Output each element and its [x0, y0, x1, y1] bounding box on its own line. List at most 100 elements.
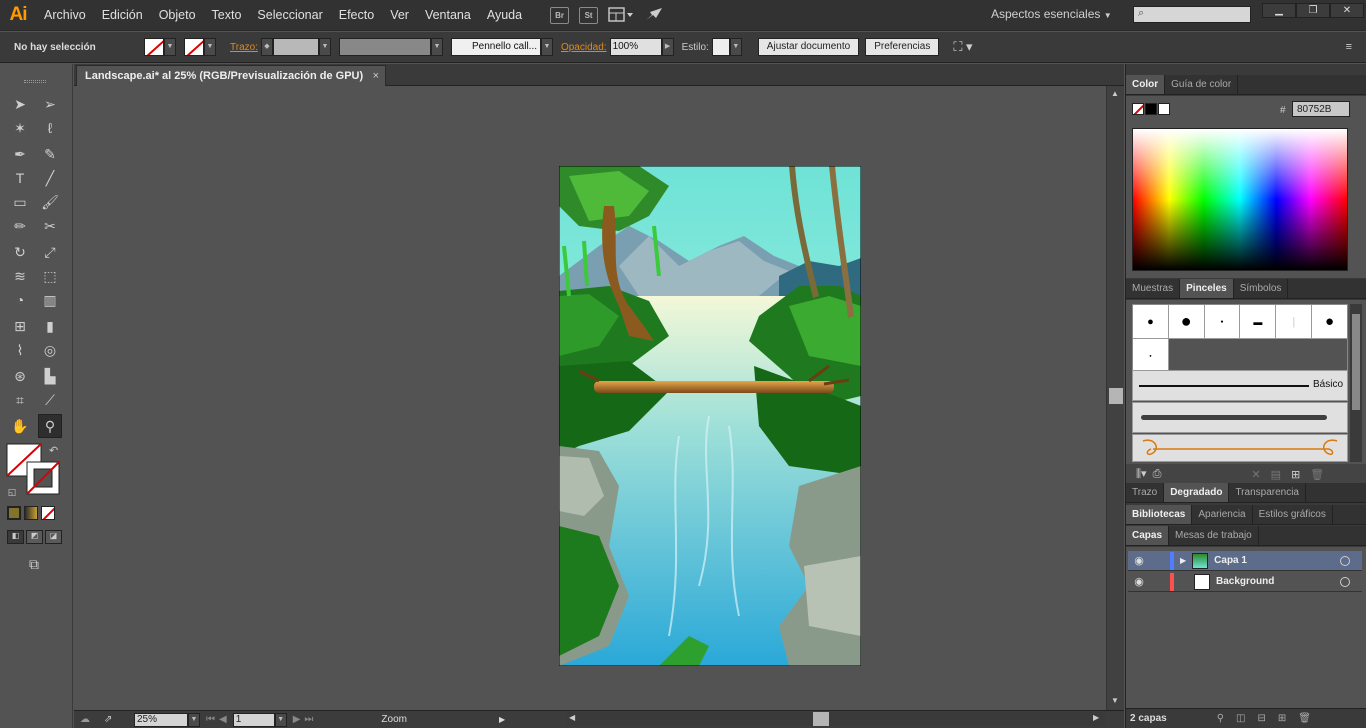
warp-tool-icon[interactable]: ≋ [10, 266, 30, 286]
delete-layer-icon[interactable]: 🗑 [1298, 713, 1311, 724]
new-brush-icon[interactable]: ⊞ [1291, 468, 1300, 481]
opacity-label[interactable]: Opacidad: [561, 42, 607, 53]
artboard-dropdown[interactable]: ▼ [274, 712, 287, 727]
tab-color-guide[interactable]: Guía de color [1165, 75, 1239, 94]
remove-brush-stroke-icon[interactable]: ✕ [1251, 468, 1260, 481]
restore-button[interactable]: ❐ [1296, 3, 1330, 18]
lasso-tool-icon[interactable]: ℓ [40, 118, 60, 138]
variable-width-field[interactable] [338, 38, 431, 56]
last-artboard-icon[interactable]: ⏭ [304, 714, 313, 725]
gradient-mode-icon[interactable] [24, 506, 38, 520]
mesh-tool-icon[interactable]: ⊞ [10, 316, 30, 336]
direct-selection-tool-icon[interactable]: ➢ [40, 94, 60, 114]
tab-stroke[interactable]: Trazo [1126, 483, 1165, 502]
stroke-swatch[interactable] [184, 38, 204, 56]
scroll-right-icon[interactable]: ▶ [1093, 713, 1099, 722]
fill-dropdown[interactable]: ▼ [164, 38, 176, 56]
type-tool-icon[interactable]: T [10, 168, 30, 188]
scroll-left-icon[interactable]: ◀ [569, 713, 575, 722]
adjust-document-button[interactable]: Ajustar documento [757, 38, 860, 56]
brush-faint[interactable]: | [1276, 305, 1312, 338]
tab-transparency[interactable]: Transparencia [1229, 483, 1306, 502]
pen-tool-icon[interactable]: ✒ [10, 144, 30, 164]
gradient-tool-icon[interactable]: ▮ [40, 316, 60, 336]
scissors-tool-icon[interactable]: ✂ [40, 216, 60, 236]
artboard-number-field[interactable]: 1 [232, 712, 275, 727]
menu-texto[interactable]: Texto [204, 8, 250, 22]
menu-edicion[interactable]: Edición [94, 8, 151, 22]
opacity-field[interactable]: 100% [609, 38, 662, 56]
stroke-weight-dropdown[interactable]: ▼ [318, 38, 331, 56]
vertical-scroll-thumb[interactable] [1109, 388, 1123, 404]
document-tab[interactable]: Landscape.ai* al 25% (RGB/Previsualizaci… [76, 65, 386, 86]
delete-brush-icon[interactable]: 🗑 [1310, 468, 1324, 481]
scroll-down-icon[interactable]: ▼ [1111, 696, 1119, 705]
layer-row-background[interactable]: ◉ Background [1128, 572, 1362, 592]
previous-artboard-icon[interactable]: ◀ [219, 714, 227, 725]
column-graph-tool-icon[interactable]: ▙ [40, 366, 60, 386]
layer-target-icon[interactable] [1340, 555, 1350, 566]
horizontal-scrollbar[interactable]: ◀ ▶ [567, 712, 1105, 726]
brush-dot-large[interactable]: ● [1168, 305, 1204, 338]
menu-ayuda[interactable]: Ayuda [479, 8, 530, 22]
workspace-switcher[interactable]: Aspectos esenciales ▼ [991, 7, 1112, 21]
zoom-dropdown[interactable]: ▼ [188, 712, 200, 727]
quick-actions-icon[interactable]: ⛶ ▾ [953, 39, 972, 55]
brush-definition-field[interactable]: Pennello call... [450, 38, 541, 56]
blend-tool-icon[interactable]: ◎ [40, 340, 60, 360]
default-colors-icon[interactable]: ◱ [2, 482, 22, 502]
screen-mode-icon[interactable]: ⧉ [24, 554, 44, 574]
color-spectrum[interactable] [1132, 128, 1348, 271]
stock-icon[interactable]: St [579, 6, 599, 24]
paintbrush-tool-icon[interactable]: 🖌 [40, 192, 60, 212]
visibility-eye-icon[interactable]: ◉ [1128, 575, 1150, 588]
style-dropdown[interactable]: ▼ [729, 38, 742, 56]
panel-menu-icon[interactable]: ≡ [1346, 41, 1352, 53]
brush-dash[interactable]: ▬ [1240, 305, 1276, 338]
white-swatch[interactable] [1158, 103, 1170, 115]
draw-inside-icon[interactable]: ◪ [45, 530, 62, 544]
tab-artboards[interactable]: Mesas de trabajo [1169, 526, 1259, 545]
brush-chalk[interactable] [1132, 402, 1348, 433]
artboard-landscape[interactable] [559, 166, 861, 666]
none-swatch[interactable] [1132, 103, 1144, 115]
brush-library-panel-icon[interactable]: ⎙ [1153, 468, 1162, 481]
preferences-button[interactable]: Preferencias [865, 38, 940, 56]
toolbar-grip[interactable] [24, 80, 46, 83]
hand-tool-icon[interactable]: ✋ [10, 416, 30, 436]
locate-object-icon[interactable]: ⚲ [1217, 713, 1224, 724]
none-mode-icon[interactable] [41, 506, 55, 520]
brush-dropdown[interactable]: ▼ [540, 38, 553, 56]
brush-dot-minute[interactable]: ● [1133, 339, 1168, 372]
menu-efecto[interactable]: Efecto [331, 8, 382, 22]
brush-options-icon[interactable]: ▤ [1271, 468, 1281, 481]
brush-dot-medium[interactable]: ● [1312, 305, 1347, 338]
close-tab-icon[interactable]: × [373, 70, 379, 82]
menu-seleccionar[interactable]: Seleccionar [249, 8, 330, 22]
first-artboard-icon[interactable]: ⏮ [206, 714, 215, 725]
hex-field[interactable]: 80752B [1292, 101, 1350, 117]
tab-symbols[interactable]: Símbolos [1234, 279, 1289, 298]
draw-behind-icon[interactable]: ◩ [26, 530, 43, 544]
brush-basic[interactable]: Básico [1132, 370, 1348, 401]
stroke-weight-field[interactable] [272, 38, 319, 56]
expand-triangle-icon[interactable]: ▶ [1180, 556, 1186, 565]
tab-gradient[interactable]: Degradado [1164, 483, 1230, 502]
symbol-sprayer-tool-icon[interactable]: ⊛ [10, 366, 30, 386]
search-field[interactable]: ⌕ [1133, 6, 1251, 23]
free-transform-tool-icon[interactable]: ⬚ [40, 266, 60, 286]
tab-swatches[interactable]: Muestras [1126, 279, 1181, 298]
tab-color[interactable]: Color [1126, 75, 1166, 94]
menu-archivo[interactable]: Archivo [36, 8, 94, 22]
menu-objeto[interactable]: Objeto [151, 8, 204, 22]
share-icon[interactable]: ⇗ [104, 714, 124, 725]
clipping-mask-icon[interactable]: ◫ [1236, 713, 1245, 724]
scroll-up-icon[interactable]: ▲ [1111, 89, 1119, 98]
perspective-grid-tool-icon[interactable]: ▥ [40, 290, 60, 310]
tab-brushes[interactable]: Pinceles [1180, 279, 1234, 298]
brush-dot-small[interactable]: ● [1133, 305, 1168, 338]
new-layer-icon[interactable]: ⊞ [1278, 713, 1286, 724]
style-swatch[interactable] [711, 38, 730, 56]
gpu-performance-icon[interactable] [644, 6, 664, 25]
stroke-weight-stepper[interactable]: ◆ [260, 38, 273, 56]
